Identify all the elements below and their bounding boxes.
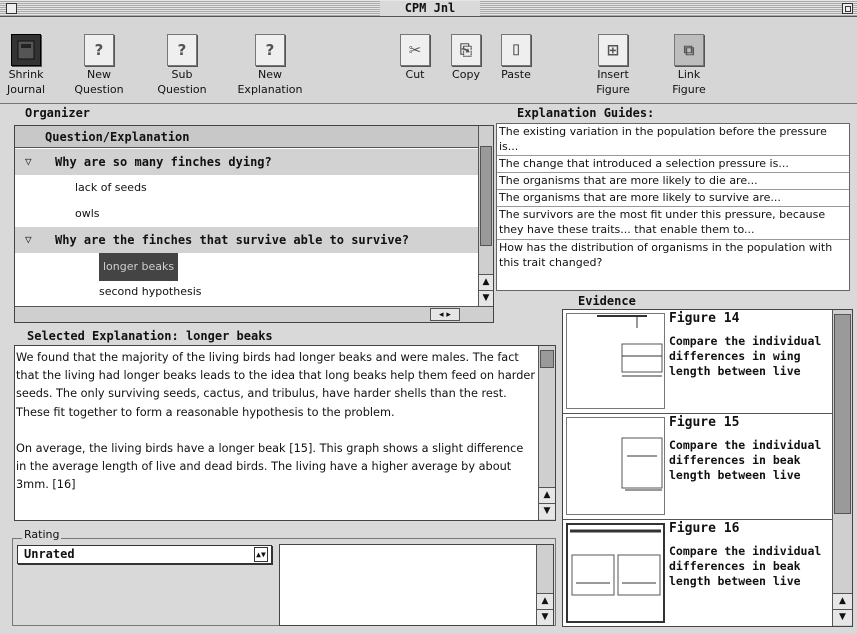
copy-label: Copy bbox=[452, 68, 480, 81]
window-title: CPM Jnl bbox=[380, 1, 480, 16]
zoom-box[interactable] bbox=[842, 3, 853, 14]
journal-label: Journal bbox=[6, 83, 46, 96]
guides-heading: Explanation Guides: bbox=[514, 106, 658, 120]
shrink-journal-icon bbox=[11, 34, 41, 66]
new-explanation-icon: ? bbox=[255, 34, 285, 66]
guide-item[interactable]: The existing variation in the population… bbox=[497, 124, 849, 156]
figure-card[interactable]: Figure 15 Compare the individual differe… bbox=[563, 414, 832, 520]
toolbar: Shrink Journal ? New Question ? Sub Ques… bbox=[0, 18, 857, 104]
rating-value: Unrated bbox=[24, 547, 75, 561]
rating-notes-field[interactable]: ▲ ▼ bbox=[279, 544, 554, 626]
scroll-up-arrow-icon[interactable]: ▲ bbox=[479, 274, 493, 290]
figure-thumbnail bbox=[566, 313, 665, 409]
rating-select[interactable]: Unrated ▲▼ bbox=[17, 545, 272, 564]
link-figure-label-2: Figure bbox=[672, 83, 706, 96]
scroll-thumb[interactable] bbox=[540, 350, 554, 368]
explanation-text-area[interactable]: We found that the majority of the living… bbox=[14, 345, 556, 521]
rating-label: Rating bbox=[22, 528, 62, 541]
organizer-heading: Organizer bbox=[22, 106, 94, 120]
copy-icon: ⎘ bbox=[451, 34, 481, 66]
insert-figure-label-2: Figure bbox=[596, 83, 630, 96]
guide-item[interactable]: The organisms that are more likely to su… bbox=[497, 190, 849, 207]
scroll-down-arrow-icon[interactable]: ▼ bbox=[539, 503, 555, 519]
scroll-thumb[interactable] bbox=[480, 146, 492, 246]
sub-question-label-1: Sub bbox=[171, 68, 193, 81]
explanation-text: lack of seeds bbox=[75, 181, 147, 194]
question-text: Why are so many finches dying? bbox=[55, 155, 272, 169]
figure-description: Compare the individual differences in be… bbox=[669, 544, 822, 588]
question-mark-icon: ? bbox=[84, 34, 114, 66]
explanation-scrollbar[interactable]: ▲ ▼ bbox=[538, 346, 555, 520]
insert-figure-icon: ⊞ bbox=[598, 34, 628, 66]
sub-question-label-2: Question bbox=[157, 83, 207, 96]
explanation-body[interactable]: We found that the majority of the living… bbox=[15, 349, 537, 520]
explanation-text: second hypothesis bbox=[99, 285, 202, 298]
explanation-row[interactable]: second hypothesis bbox=[15, 279, 478, 305]
close-box[interactable] bbox=[6, 3, 17, 14]
link-figure-label-1: Link bbox=[677, 68, 701, 81]
explanation-paragraph: On average, the living birds have a long… bbox=[16, 441, 524, 492]
scroll-up-arrow-icon[interactable]: ▲ bbox=[833, 593, 852, 609]
explanation-row-selected[interactable]: longer beaks bbox=[15, 253, 478, 281]
insert-figure-label-1: Insert bbox=[597, 68, 629, 81]
scroll-down-arrow-icon[interactable]: ▼ bbox=[537, 609, 553, 625]
scroll-up-arrow-icon[interactable]: ▲ bbox=[539, 487, 555, 503]
new-explanation-label-2: Explanation bbox=[237, 83, 303, 96]
updown-arrows-icon: ▲▼ bbox=[254, 547, 268, 562]
organizer-horizontal-scrollbar[interactable]: ◂ ▸ bbox=[15, 306, 493, 322]
new-question-label-2: Question bbox=[74, 83, 124, 96]
title-bar[interactable]: CPM Jnl bbox=[0, 0, 857, 17]
organizer-vertical-scrollbar[interactable]: ▲ ▼ bbox=[478, 126, 493, 306]
explanation-row[interactable]: owls bbox=[15, 201, 478, 227]
paste-label: Paste bbox=[501, 68, 531, 81]
scissors-icon: ✂ bbox=[400, 34, 430, 66]
rating-notes-scrollbar[interactable]: ▲ ▼ bbox=[536, 545, 553, 625]
figure-description: Compare the individual differences in be… bbox=[669, 438, 822, 482]
sub-question-icon: ? bbox=[167, 34, 197, 66]
evidence-heading: Evidence bbox=[575, 294, 639, 308]
guide-item[interactable]: The survivors are the most fit under thi… bbox=[497, 207, 849, 240]
organizer-outline[interactable]: Question/Explanation ▽ Why are so many f… bbox=[14, 125, 494, 323]
evidence-scrollbar[interactable]: ▲ ▼ bbox=[832, 310, 852, 626]
guide-item[interactable]: How has the distribution of organisms in… bbox=[497, 240, 849, 273]
evidence-list[interactable]: Figure 14 Compare the individual differe… bbox=[562, 309, 853, 627]
paste-icon: ⌷ bbox=[501, 34, 531, 66]
figure-card[interactable]: Figure 14 Compare the individual differe… bbox=[563, 310, 832, 414]
figure-description: Compare the individual differences in wi… bbox=[669, 334, 822, 378]
selected-explanation-heading: Selected Explanation: longer beaks bbox=[24, 329, 276, 343]
explanation-guides-list[interactable]: The existing variation in the population… bbox=[496, 123, 850, 291]
figure-title: Figure 15 bbox=[669, 415, 740, 430]
figure-card[interactable]: Figure 16 Compare the individual differe… bbox=[563, 520, 832, 626]
disclosure-triangle-icon[interactable]: ▽ bbox=[25, 149, 32, 175]
scroll-thumb[interactable] bbox=[834, 314, 851, 514]
figure-title: Figure 14 bbox=[669, 311, 740, 326]
cut-label: Cut bbox=[405, 68, 425, 81]
guide-item[interactable]: The change that introduced a selection p… bbox=[497, 156, 849, 173]
explanation-row[interactable]: lack of seeds bbox=[15, 175, 478, 201]
scroll-down-arrow-icon[interactable]: ▼ bbox=[833, 609, 852, 625]
question-row[interactable]: ▽ Why are so many finches dying? bbox=[15, 149, 478, 175]
explanation-text: longer beaks bbox=[99, 253, 179, 281]
figure-title: Figure 16 bbox=[669, 521, 740, 536]
question-row[interactable]: ▽ Why are the finches that survive able … bbox=[15, 227, 478, 253]
new-question-label-1: New bbox=[87, 68, 111, 81]
scroll-up-arrow-icon[interactable]: ▲ bbox=[537, 593, 553, 609]
explanation-paragraph: We found that the majority of the living… bbox=[16, 351, 535, 419]
organizer-column-header[interactable]: Question/Explanation bbox=[15, 126, 478, 148]
new-explanation-label-1: New bbox=[258, 68, 282, 81]
scroll-down-arrow-icon[interactable]: ▼ bbox=[479, 290, 493, 306]
link-figure-icon: ⧉ bbox=[674, 34, 704, 66]
figure-thumbnail bbox=[566, 523, 665, 623]
question-text: Why are the finches that survive able to… bbox=[55, 233, 410, 247]
guide-item[interactable]: The organisms that are more likely to di… bbox=[497, 173, 849, 190]
figure-thumbnail bbox=[566, 417, 665, 515]
scroll-left-right-arrows-icon[interactable]: ◂ ▸ bbox=[430, 308, 460, 321]
shrink-label: Shrink bbox=[8, 68, 44, 81]
disclosure-triangle-icon[interactable]: ▽ bbox=[25, 227, 32, 253]
explanation-text: owls bbox=[75, 207, 100, 220]
